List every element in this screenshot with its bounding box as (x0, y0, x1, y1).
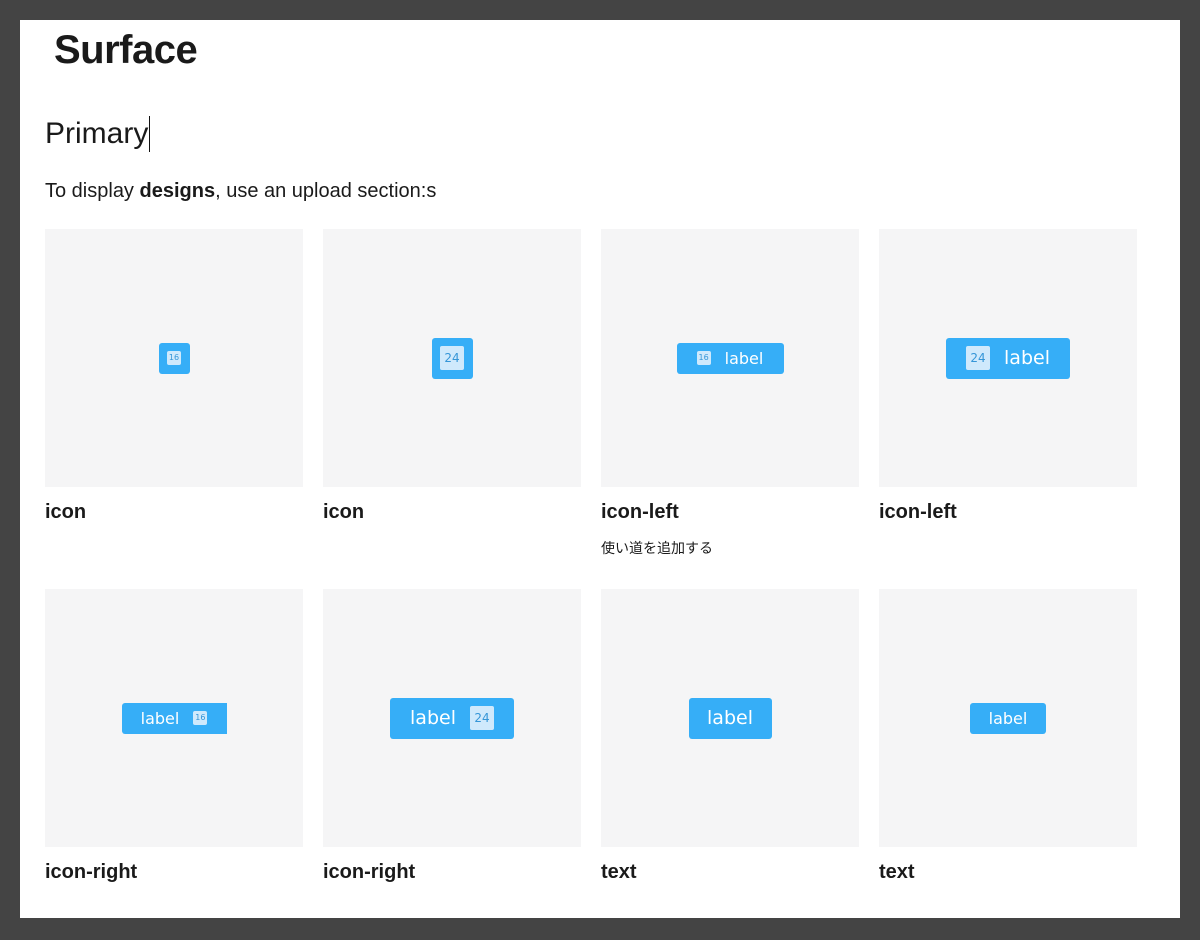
variant-preview: label (601, 589, 859, 847)
variant-card-icon-large: 24 icon (323, 229, 581, 589)
variant-title: text (601, 861, 637, 883)
button-label: label (707, 707, 753, 729)
icon-right-button-large[interactable]: label 24 (390, 697, 514, 739)
variant-title: icon-left (879, 501, 957, 523)
variant-card-text-small: label text (879, 589, 1137, 918)
variant-title: icon (323, 501, 365, 523)
icon-left-button-small[interactable]: 16 label (676, 342, 784, 374)
intro-text-bold: designs (139, 180, 216, 202)
preview-frame: Surface Primary To display designs, use … (20, 20, 1180, 918)
variant-card-icon-right-small: label 16 icon-right (45, 589, 303, 918)
variant-title: text (879, 861, 915, 883)
variant-card-text-large: label text (601, 589, 859, 918)
intro-text-start: To display (45, 180, 140, 202)
intro-text-end: , use an upload section:s (215, 180, 437, 202)
page-title: Surface (54, 28, 198, 72)
variant-title: icon-right (45, 861, 138, 883)
text-button-large[interactable]: label (688, 697, 772, 739)
size-16-icon: 16 (167, 351, 181, 365)
variant-preview: 16 label (601, 229, 859, 487)
icon-button-small[interactable]: 16 (158, 342, 190, 374)
icon-button-large[interactable]: 24 (431, 337, 473, 379)
icon-right-button-small[interactable]: label 16 (121, 702, 227, 734)
size-16-icon: 16 (696, 351, 711, 365)
text-caret (149, 116, 151, 152)
section-title-field[interactable]: Primary (45, 114, 151, 154)
size-24-icon: 24 (966, 346, 991, 370)
variant-card-icon-left-small: 16 label icon-left 使い道を追加する (601, 229, 859, 589)
variant-description: 使い道を追加する (601, 541, 713, 557)
variant-card-icon-small: 16 icon (45, 229, 303, 589)
button-variant-grid: 16 icon 24 icon 16 label icon-left 使い道を追… (45, 229, 1137, 918)
variant-preview: label 16 (45, 589, 303, 847)
variant-title: icon (45, 501, 87, 523)
variant-preview: label (879, 589, 1137, 847)
icon-left-button-large[interactable]: 24 label (946, 337, 1070, 379)
variant-preview: 16 (45, 229, 303, 487)
size-16-icon: 16 (193, 711, 208, 725)
size-24-icon: 24 (440, 346, 464, 370)
button-label: label (724, 348, 764, 368)
variant-title: icon-right (323, 861, 416, 883)
variant-title: icon-left (601, 501, 679, 523)
variant-preview: label 24 (323, 589, 581, 847)
variant-preview: 24 (323, 229, 581, 487)
text-button-small[interactable]: label (970, 702, 1046, 734)
variant-card-icon-right-large: label 24 icon-right (323, 589, 581, 918)
section-title[interactable]: Primary (45, 117, 148, 151)
intro-text: To display designs, use an upload sectio… (45, 180, 436, 203)
variant-card-icon-left-large: 24 label icon-left (879, 229, 1137, 589)
button-label: label (140, 708, 180, 728)
button-label: label (988, 708, 1028, 728)
variant-preview: 24 label (879, 229, 1137, 487)
size-24-icon: 24 (469, 706, 494, 730)
button-label: label (1004, 347, 1050, 369)
button-label: label (410, 707, 456, 729)
